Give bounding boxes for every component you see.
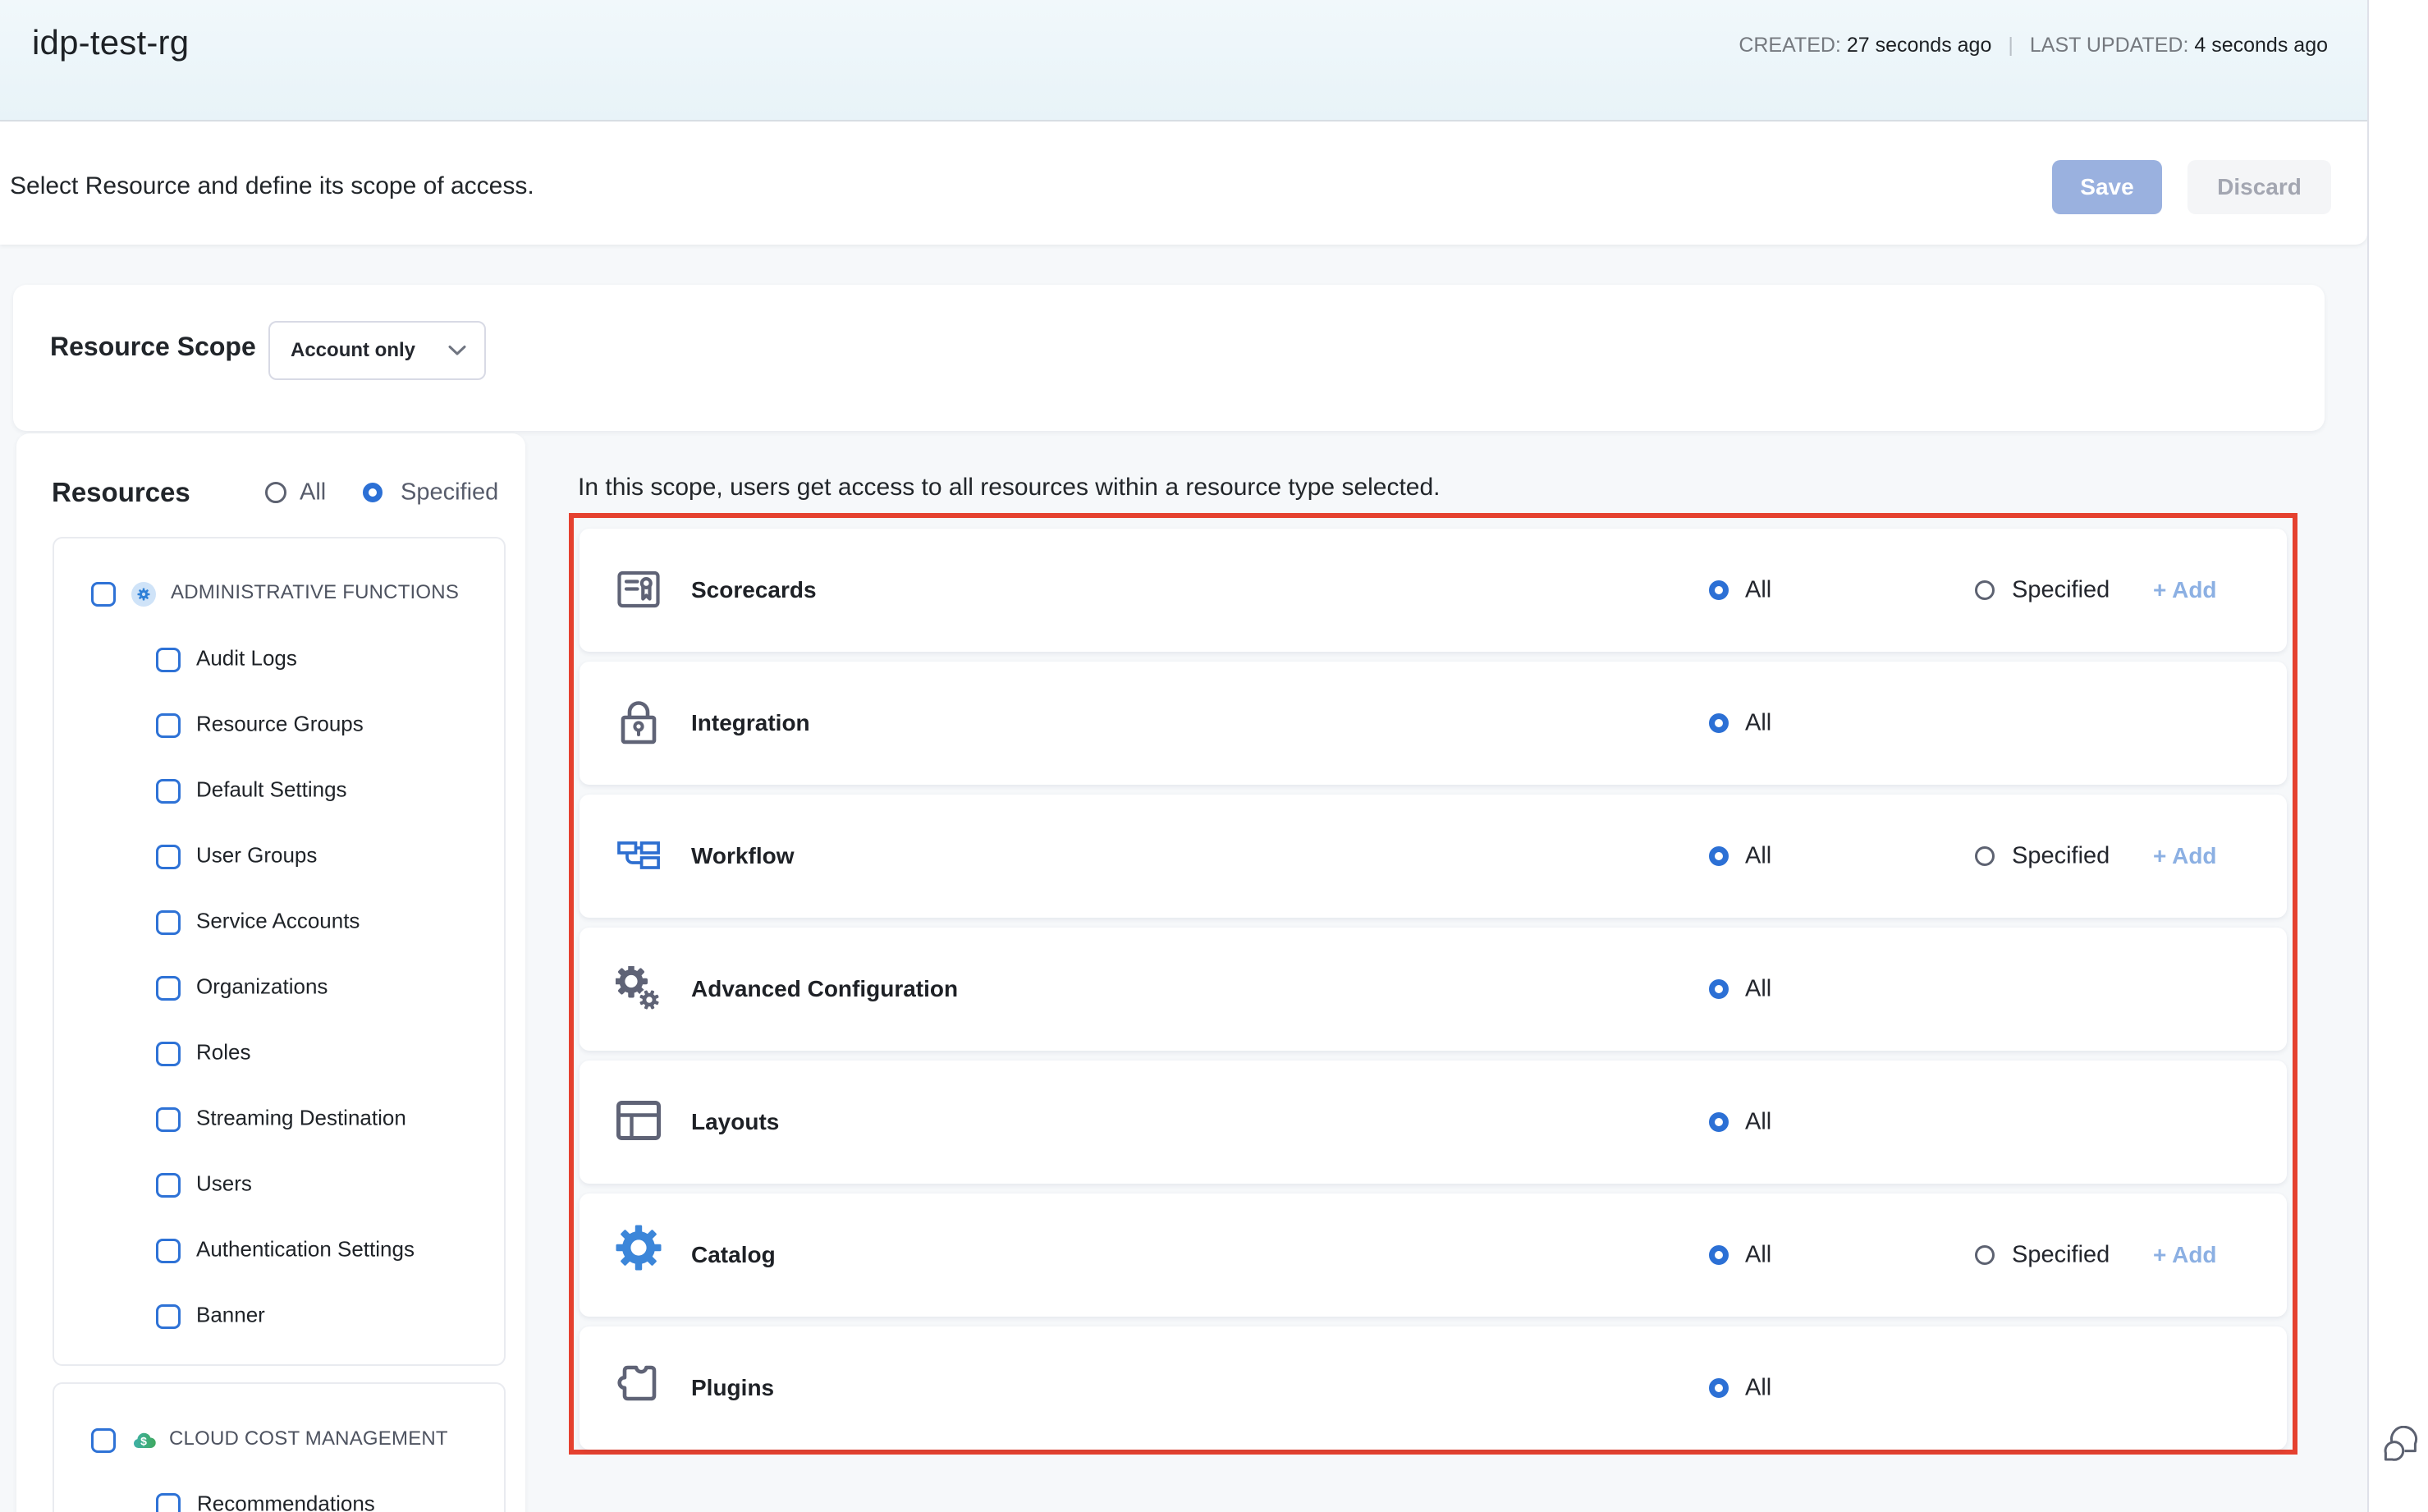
svg-text:$: $ [140,1435,147,1448]
